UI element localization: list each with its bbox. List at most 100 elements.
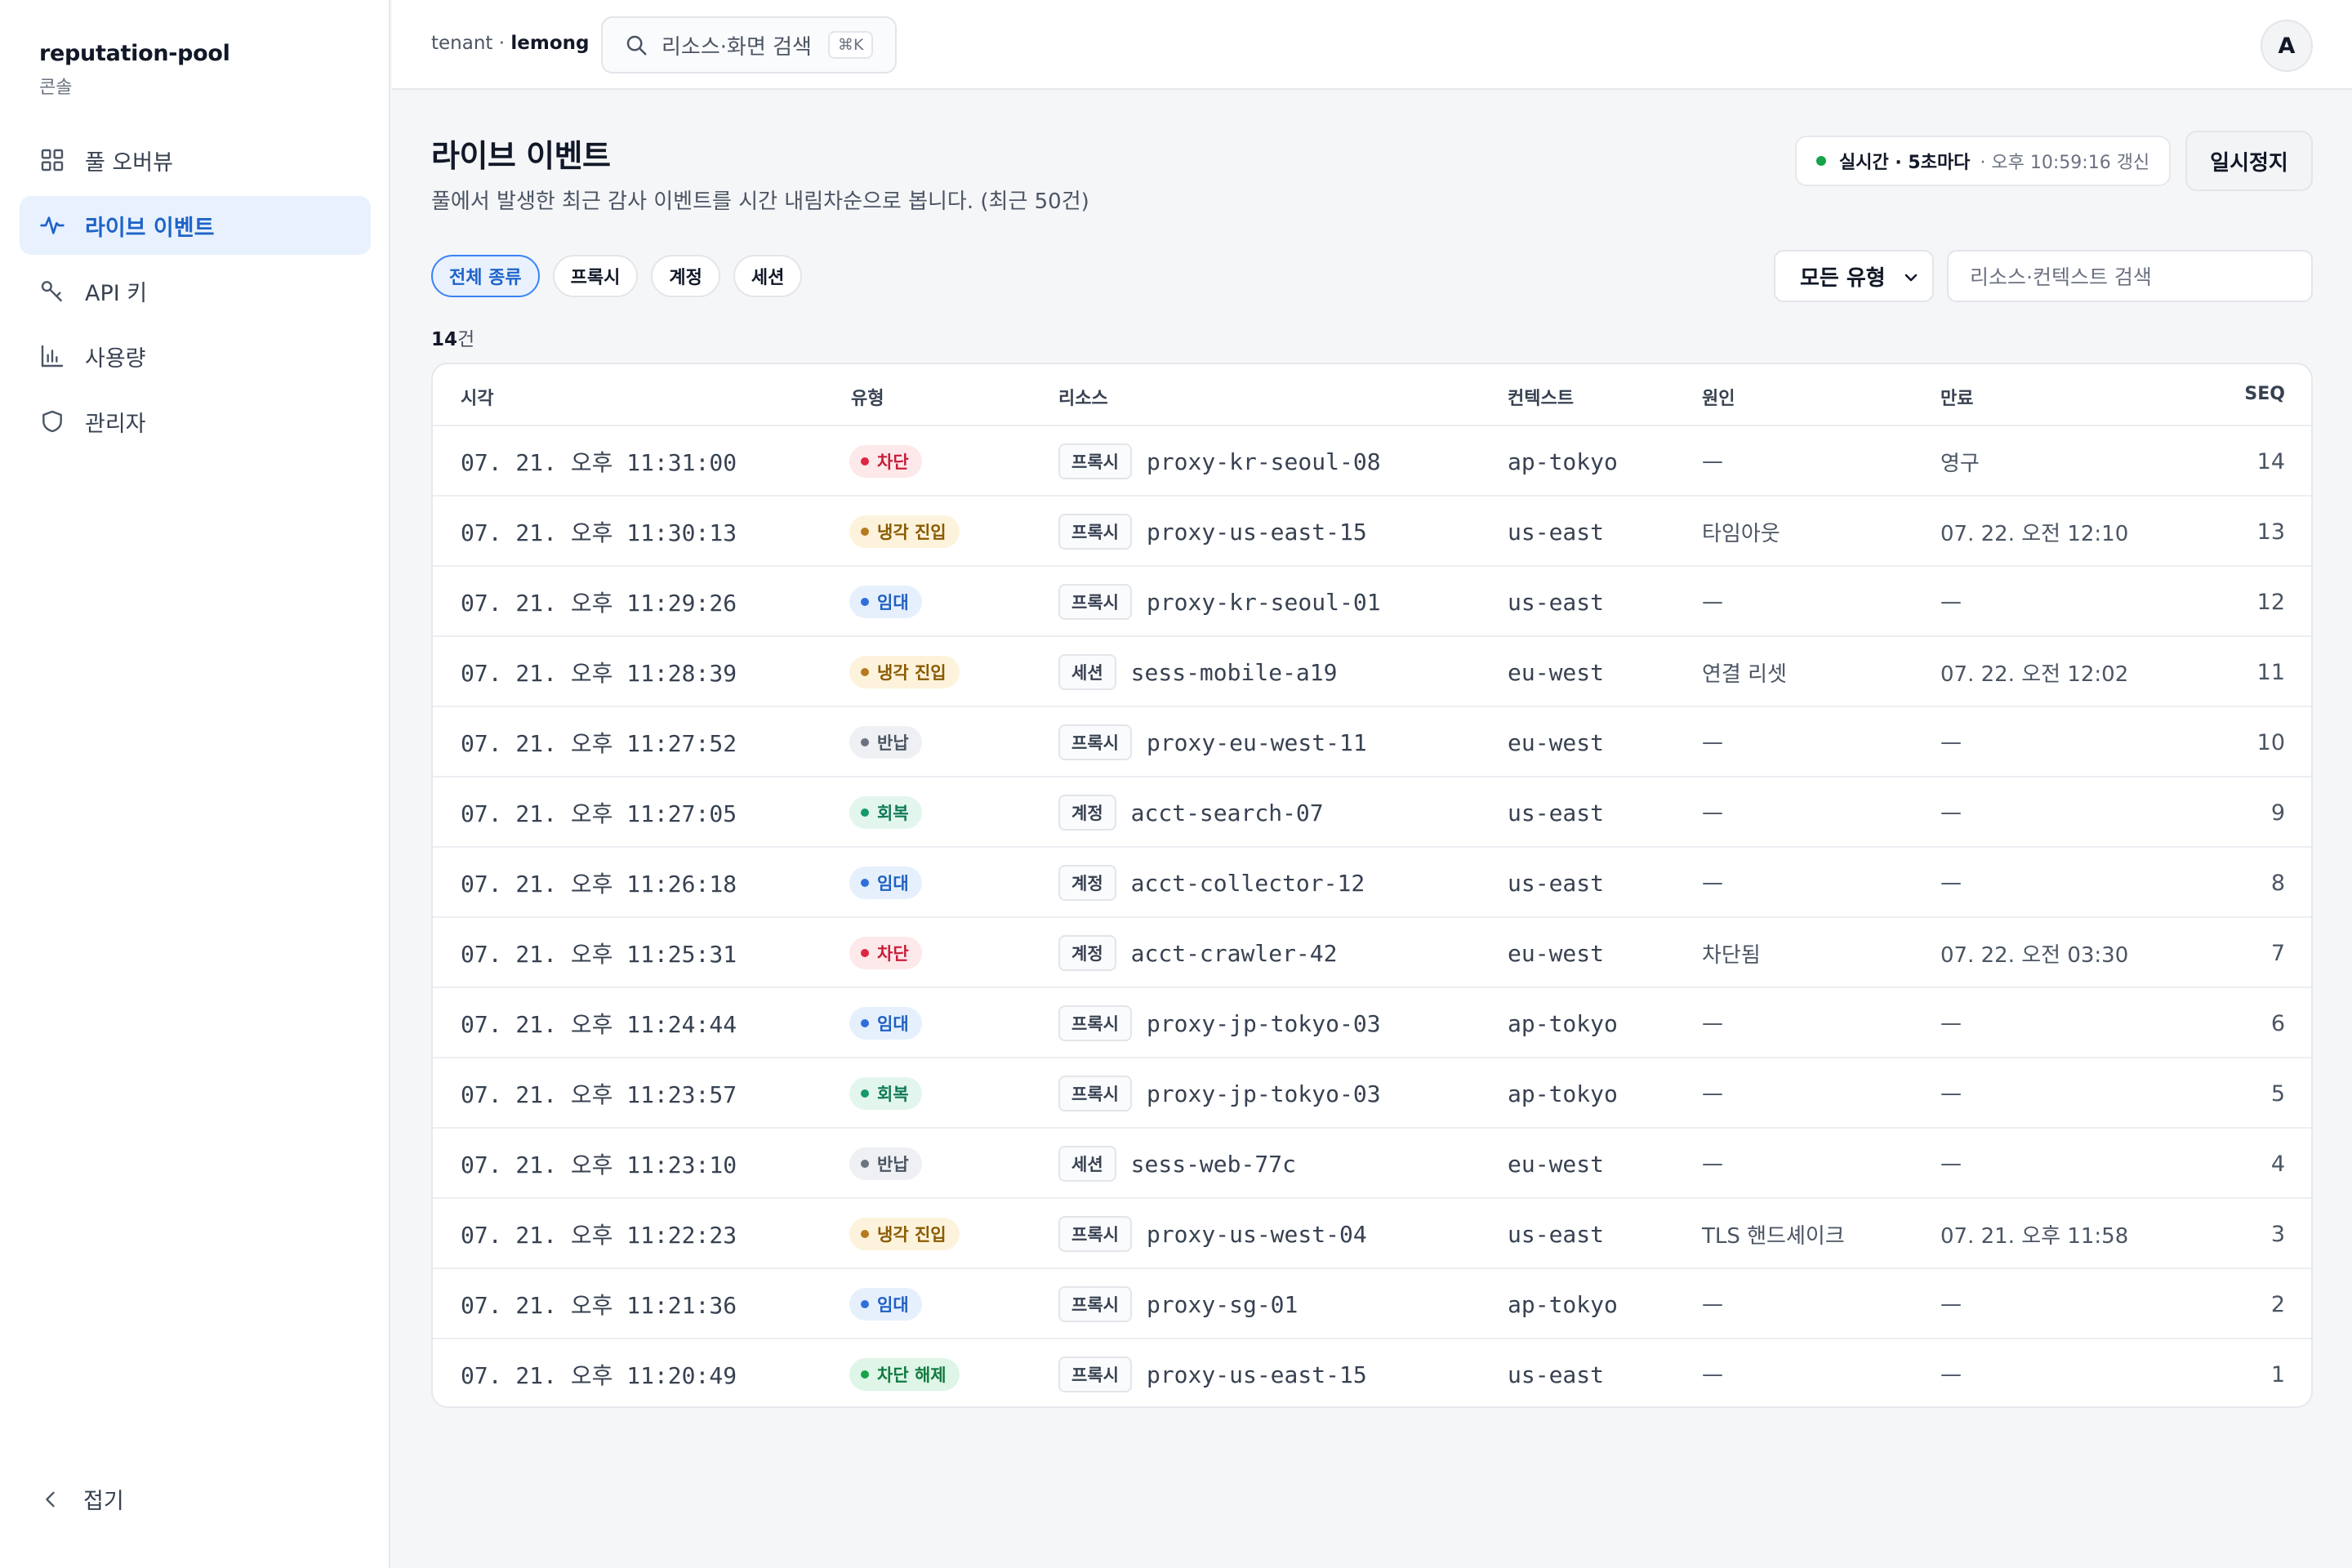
event-type-cell: 냉각 진입 <box>849 1199 960 1269</box>
event-type-cell: 냉각 진입 <box>849 637 960 707</box>
chip-all-kinds[interactable]: 전체 종류 <box>431 255 540 297</box>
pause-button[interactable]: 일시정지 <box>2185 131 2313 191</box>
resource-search-input[interactable]: 리소스·컨텍스트 검색 <box>1947 250 2313 302</box>
table-row[interactable]: 07. 21. 오후 11:28:39 냉각 진입 세션 sess-mobile-a1… <box>433 637 2311 707</box>
header-seq[interactable]: SEQ <box>2244 384 2285 404</box>
table-row[interactable]: 07. 21. 오후 11:20:49 차단 해제 프록시 proxy-us-east… <box>433 1339 2311 1406</box>
table-row[interactable]: 07. 21. 오후 11:26:18 임대 계정 acct-collector-12… <box>433 848 2311 918</box>
resource-name[interactable]: proxy-eu-west-11 <box>1147 729 1367 756</box>
resource-name[interactable]: proxy-jp-tokyo-03 <box>1147 1010 1381 1037</box>
resource-name[interactable]: proxy-us-east-15 <box>1147 1361 1367 1388</box>
header-resource[interactable]: 리소스 <box>1058 384 1108 410</box>
event-type-cell: 반납 <box>849 707 922 777</box>
table-row[interactable]: 07. 21. 오후 11:27:52 반납 프록시 proxy-eu-west-11… <box>433 707 2311 777</box>
event-time: 07. 21. 오후 11:27:52 <box>461 730 737 757</box>
resource-name[interactable]: proxy-us-east-15 <box>1147 519 1367 546</box>
table-row[interactable]: 07. 21. 오후 11:24:44 임대 프록시 proxy-jp-tokyo-0… <box>433 988 2311 1058</box>
result-count: 14건 <box>431 323 474 351</box>
cause: — <box>1702 590 1723 614</box>
event-type-badge: 냉각 진입 <box>849 656 960 688</box>
collapse-button[interactable]: 접기 <box>39 1483 124 1515</box>
expires: — <box>1940 800 1962 825</box>
context: us-east <box>1508 869 1605 897</box>
cause: — <box>1702 1362 1723 1387</box>
event-type-badge: 냉각 진입 <box>849 515 960 548</box>
event-type-label: 임대 <box>877 593 909 612</box>
collapse-label: 접기 <box>83 1489 124 1514</box>
context: eu-west <box>1508 939 1605 967</box>
resource-name[interactable]: proxy-kr-seoul-01 <box>1147 589 1381 616</box>
resource-kind-tag: 프록시 <box>1058 1356 1132 1392</box>
table-row[interactable]: 07. 21. 오후 11:25:31 차단 계정 acct-crawler-42 eu… <box>433 918 2311 988</box>
event-time: 07. 21. 오후 11:31:00 <box>461 449 737 476</box>
table-row[interactable]: 07. 21. 오후 11:23:57 회복 프록시 proxy-jp-tokyo-0… <box>433 1058 2311 1129</box>
resource-kind-tag: 계정 <box>1058 795 1116 831</box>
event-type-cell: 임대 <box>849 988 922 1058</box>
resource-name[interactable]: acct-search-07 <box>1131 800 1324 826</box>
resource-name[interactable]: acct-crawler-42 <box>1131 940 1338 967</box>
event-type-badge: 냉각 진입 <box>849 1218 960 1250</box>
header-time[interactable]: 시각 <box>461 384 493 410</box>
global-search-input[interactable]: 리소스·화면 검색 ⌘K <box>601 16 897 74</box>
avatar[interactable]: A <box>2261 20 2313 72</box>
header-expires[interactable]: 만료 <box>1940 384 1973 410</box>
grid-icon <box>39 147 65 173</box>
event-type-cell: 차단 <box>849 426 922 497</box>
resource-kind-tag: 프록시 <box>1058 514 1132 550</box>
table-row[interactable]: 07. 21. 오후 11:23:10 반납 세션 sess-web-77c eu-we… <box>433 1129 2311 1199</box>
event-type-badge: 차단 <box>849 937 922 969</box>
sidebar-item-api-keys[interactable]: API 키 <box>20 261 371 320</box>
resource-cell: 프록시 proxy-sg-01 <box>1058 1269 1298 1339</box>
expires: 07. 21. 오후 11:58 <box>1940 1223 2129 1249</box>
global-search-placeholder: 리소스·화면 검색 <box>662 34 812 60</box>
shield-icon <box>39 408 65 434</box>
event-type-dot <box>861 1160 869 1168</box>
event-type-label: 임대 <box>877 874 909 893</box>
resource-name[interactable]: sess-mobile-a19 <box>1131 659 1338 686</box>
event-type-dot <box>861 668 869 676</box>
table-row[interactable]: 07. 21. 오후 11:22:23 냉각 진입 프록시 proxy-us-west… <box>433 1199 2311 1269</box>
cause: TLS 핸드셰이크 <box>1702 1223 1845 1249</box>
seq: 6 <box>2270 1010 2285 1036</box>
event-time: 07. 21. 오후 11:21:36 <box>461 1292 737 1319</box>
resource-name[interactable]: proxy-us-west-04 <box>1147 1221 1367 1248</box>
expires: 07. 22. 오전 12:02 <box>1940 662 2129 687</box>
event-time: 07. 21. 오후 11:28:39 <box>461 660 737 687</box>
expires: — <box>1940 1152 1962 1176</box>
sidebar-item-label: 관리자 <box>85 411 146 437</box>
chip-account[interactable]: 계정 <box>651 255 720 297</box>
chip-proxy[interactable]: 프록시 <box>552 255 639 297</box>
resource-name[interactable]: acct-collector-12 <box>1131 870 1365 897</box>
resource-name[interactable]: proxy-sg-01 <box>1147 1291 1298 1318</box>
table-row[interactable]: 07. 21. 오후 11:30:13 냉각 진입 프록시 proxy-us-east… <box>433 497 2311 567</box>
resource-cell: 계정 acct-crawler-42 <box>1058 918 1338 988</box>
event-time: 07. 21. 오후 11:26:18 <box>461 871 737 898</box>
table-row[interactable]: 07. 21. 오후 11:21:36 임대 프록시 proxy-sg-01 ap-to… <box>433 1269 2311 1339</box>
tenant-label: tenant · lemong <box>431 33 589 54</box>
header-cause[interactable]: 원인 <box>1702 384 1735 410</box>
search-shortcut-badge: ⌘K <box>827 31 874 59</box>
resource-kind-tag: 프록시 <box>1058 1076 1132 1111</box>
event-type-label: 차단 <box>877 452 909 472</box>
event-time: 07. 21. 오후 11:23:57 <box>461 1081 737 1108</box>
table-row[interactable]: 07. 21. 오후 11:29:26 임대 프록시 proxy-kr-seoul-0… <box>433 567 2311 637</box>
header-type[interactable]: 유형 <box>851 384 884 410</box>
context: eu-west <box>1508 728 1605 756</box>
sidebar-item-pool-overview[interactable]: 풀 오버뷰 <box>20 131 371 189</box>
resource-name[interactable]: proxy-kr-seoul-08 <box>1147 448 1381 475</box>
cause: — <box>1702 871 1723 895</box>
header-context[interactable]: 컨텍스트 <box>1508 384 1574 410</box>
resource-name[interactable]: proxy-jp-tokyo-03 <box>1147 1080 1381 1107</box>
sidebar-item-live-events[interactable]: 라이브 이벤트 <box>20 196 371 255</box>
resource-name[interactable]: sess-web-77c <box>1131 1151 1296 1178</box>
resource-kind-tag: 프록시 <box>1058 1286 1132 1322</box>
event-type-select[interactable]: 모든 유형 <box>1774 250 1934 302</box>
resource-kind-tag: 프록시 <box>1058 1216 1132 1252</box>
event-type-dot <box>861 598 869 606</box>
chip-session[interactable]: 세션 <box>733 255 803 297</box>
resource-cell: 계정 acct-collector-12 <box>1058 848 1365 918</box>
sidebar-item-usage[interactable]: 사용량 <box>20 327 371 385</box>
sidebar-item-admin[interactable]: 관리자 <box>20 392 371 451</box>
table-row[interactable]: 07. 21. 오후 11:27:05 회복 계정 acct-search-07 us-… <box>433 777 2311 848</box>
table-row[interactable]: 07. 21. 오후 11:31:00 차단 프록시 proxy-kr-seoul-0… <box>433 426 2311 497</box>
